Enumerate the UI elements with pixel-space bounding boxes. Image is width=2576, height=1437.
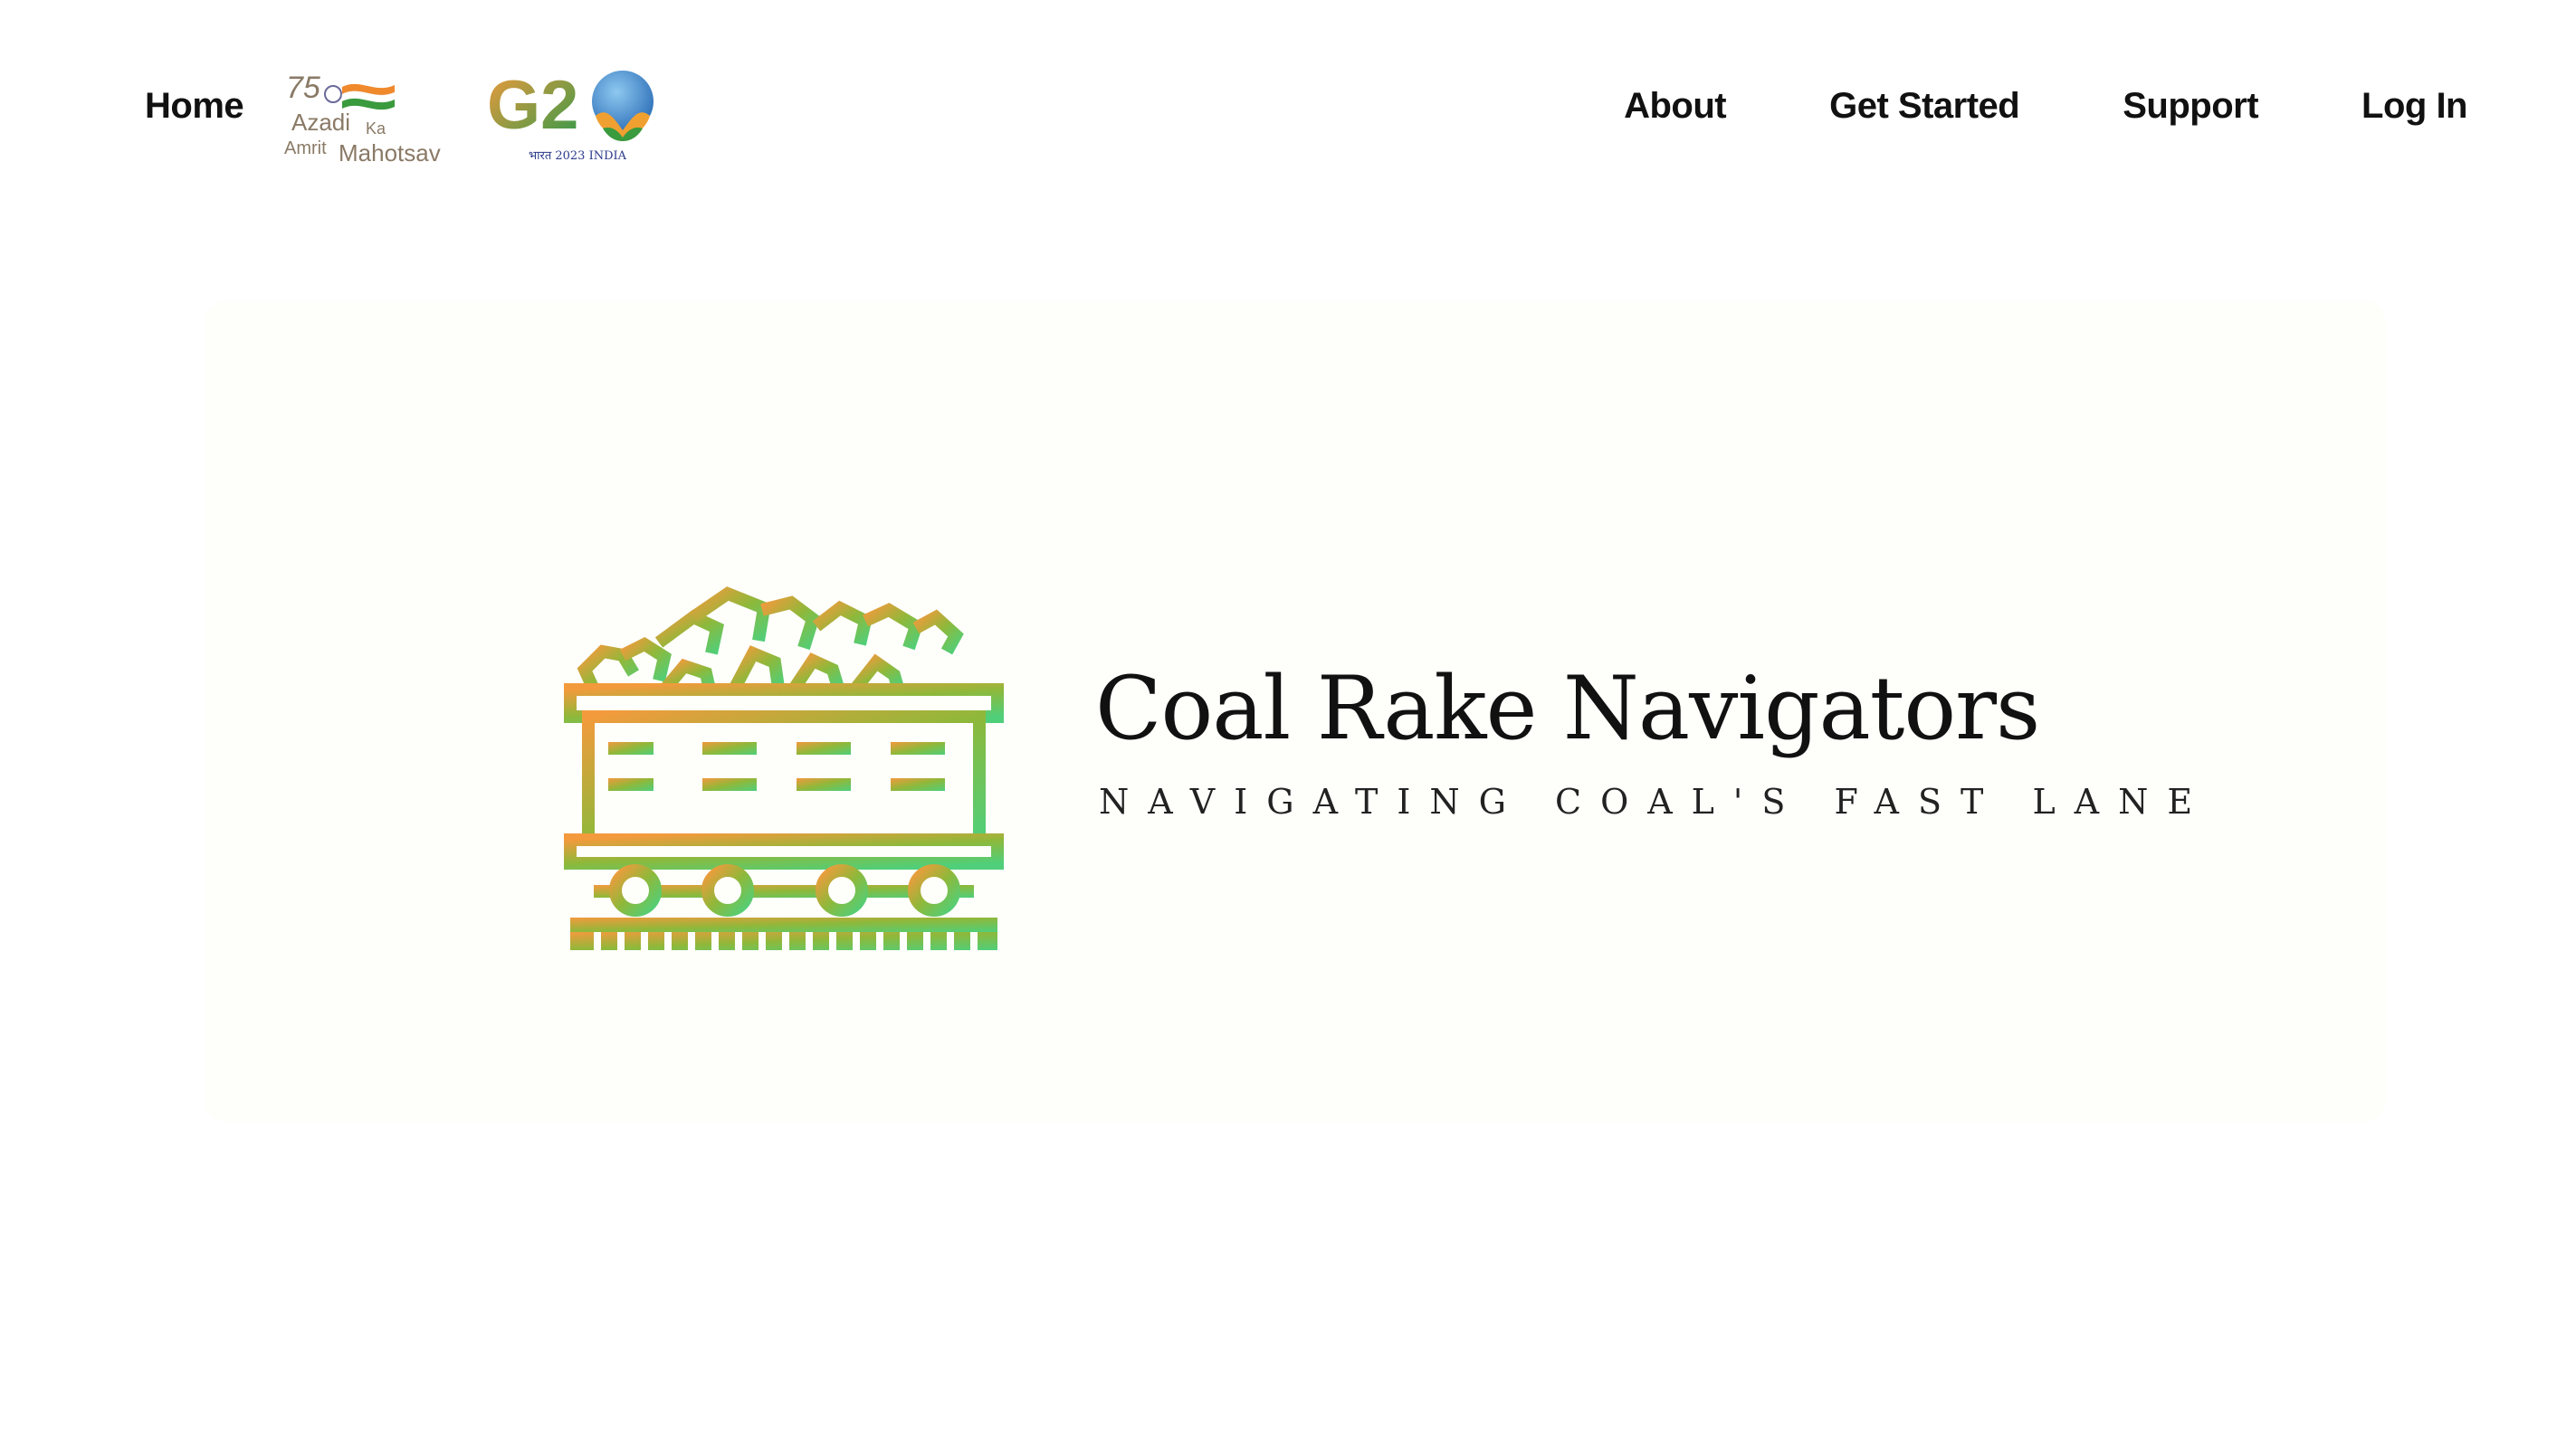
g20-text: G2	[487, 67, 578, 144]
coal-lump-4	[690, 586, 771, 642]
akam-azadi-text: Azadi	[291, 109, 350, 136]
coal-lump-10	[729, 645, 785, 691]
wheel-icon	[609, 864, 662, 917]
wheel-icon	[701, 864, 754, 917]
azadi-ka-amrit-mahotsav-logo: 75 Azadi Ka Amrit Mahotsav	[284, 71, 441, 167]
akam-75-text: 75	[286, 71, 320, 105]
nav-right-links: About Get Started Support Log In	[1624, 86, 2467, 127]
nav-home-link[interactable]: Home	[145, 86, 244, 127]
wagon-base	[564, 833, 1004, 870]
g20-subtitle-text: भारत 2023 INDIA	[529, 149, 627, 163]
nav-get-started-link[interactable]: Get Started	[1829, 86, 2020, 127]
coal-lump-6	[812, 600, 873, 646]
g20-india-logo: G2 भारत 2023 INDIA	[487, 67, 654, 163]
akam-mahotsav-text: Mahotsav	[339, 139, 441, 167]
top-navbar: Home 75 Azadi Ka Amrit Mahotsav G2 भारत …	[0, 0, 2576, 199]
brand-tagline: NAVIGATING COAL'S FAST LANE	[1099, 782, 2212, 822]
wheel-icon	[816, 864, 868, 917]
rail-track	[570, 918, 997, 932]
akam-amrit-text: Amrit	[284, 138, 327, 158]
coal-rake-train-icon	[564, 586, 1004, 950]
nav-about-link[interactable]: About	[1624, 86, 1727, 127]
coal-lump-5	[760, 595, 821, 651]
hero-banner: Coal Rake Navigators NAVIGATING COAL'S F…	[205, 300, 2386, 1122]
coal-lump-8	[912, 609, 964, 655]
brand-title: Coal Rake Navigators	[1095, 658, 2040, 759]
nav-support-link[interactable]: Support	[2123, 86, 2258, 127]
wheel-icon	[908, 864, 960, 917]
coal-lump-7	[863, 603, 924, 651]
coal-lump-3	[654, 609, 725, 655]
nav-log-in-link[interactable]: Log In	[2361, 86, 2467, 127]
akam-ka-text: Ka	[366, 119, 386, 138]
chakra-icon	[324, 85, 342, 103]
